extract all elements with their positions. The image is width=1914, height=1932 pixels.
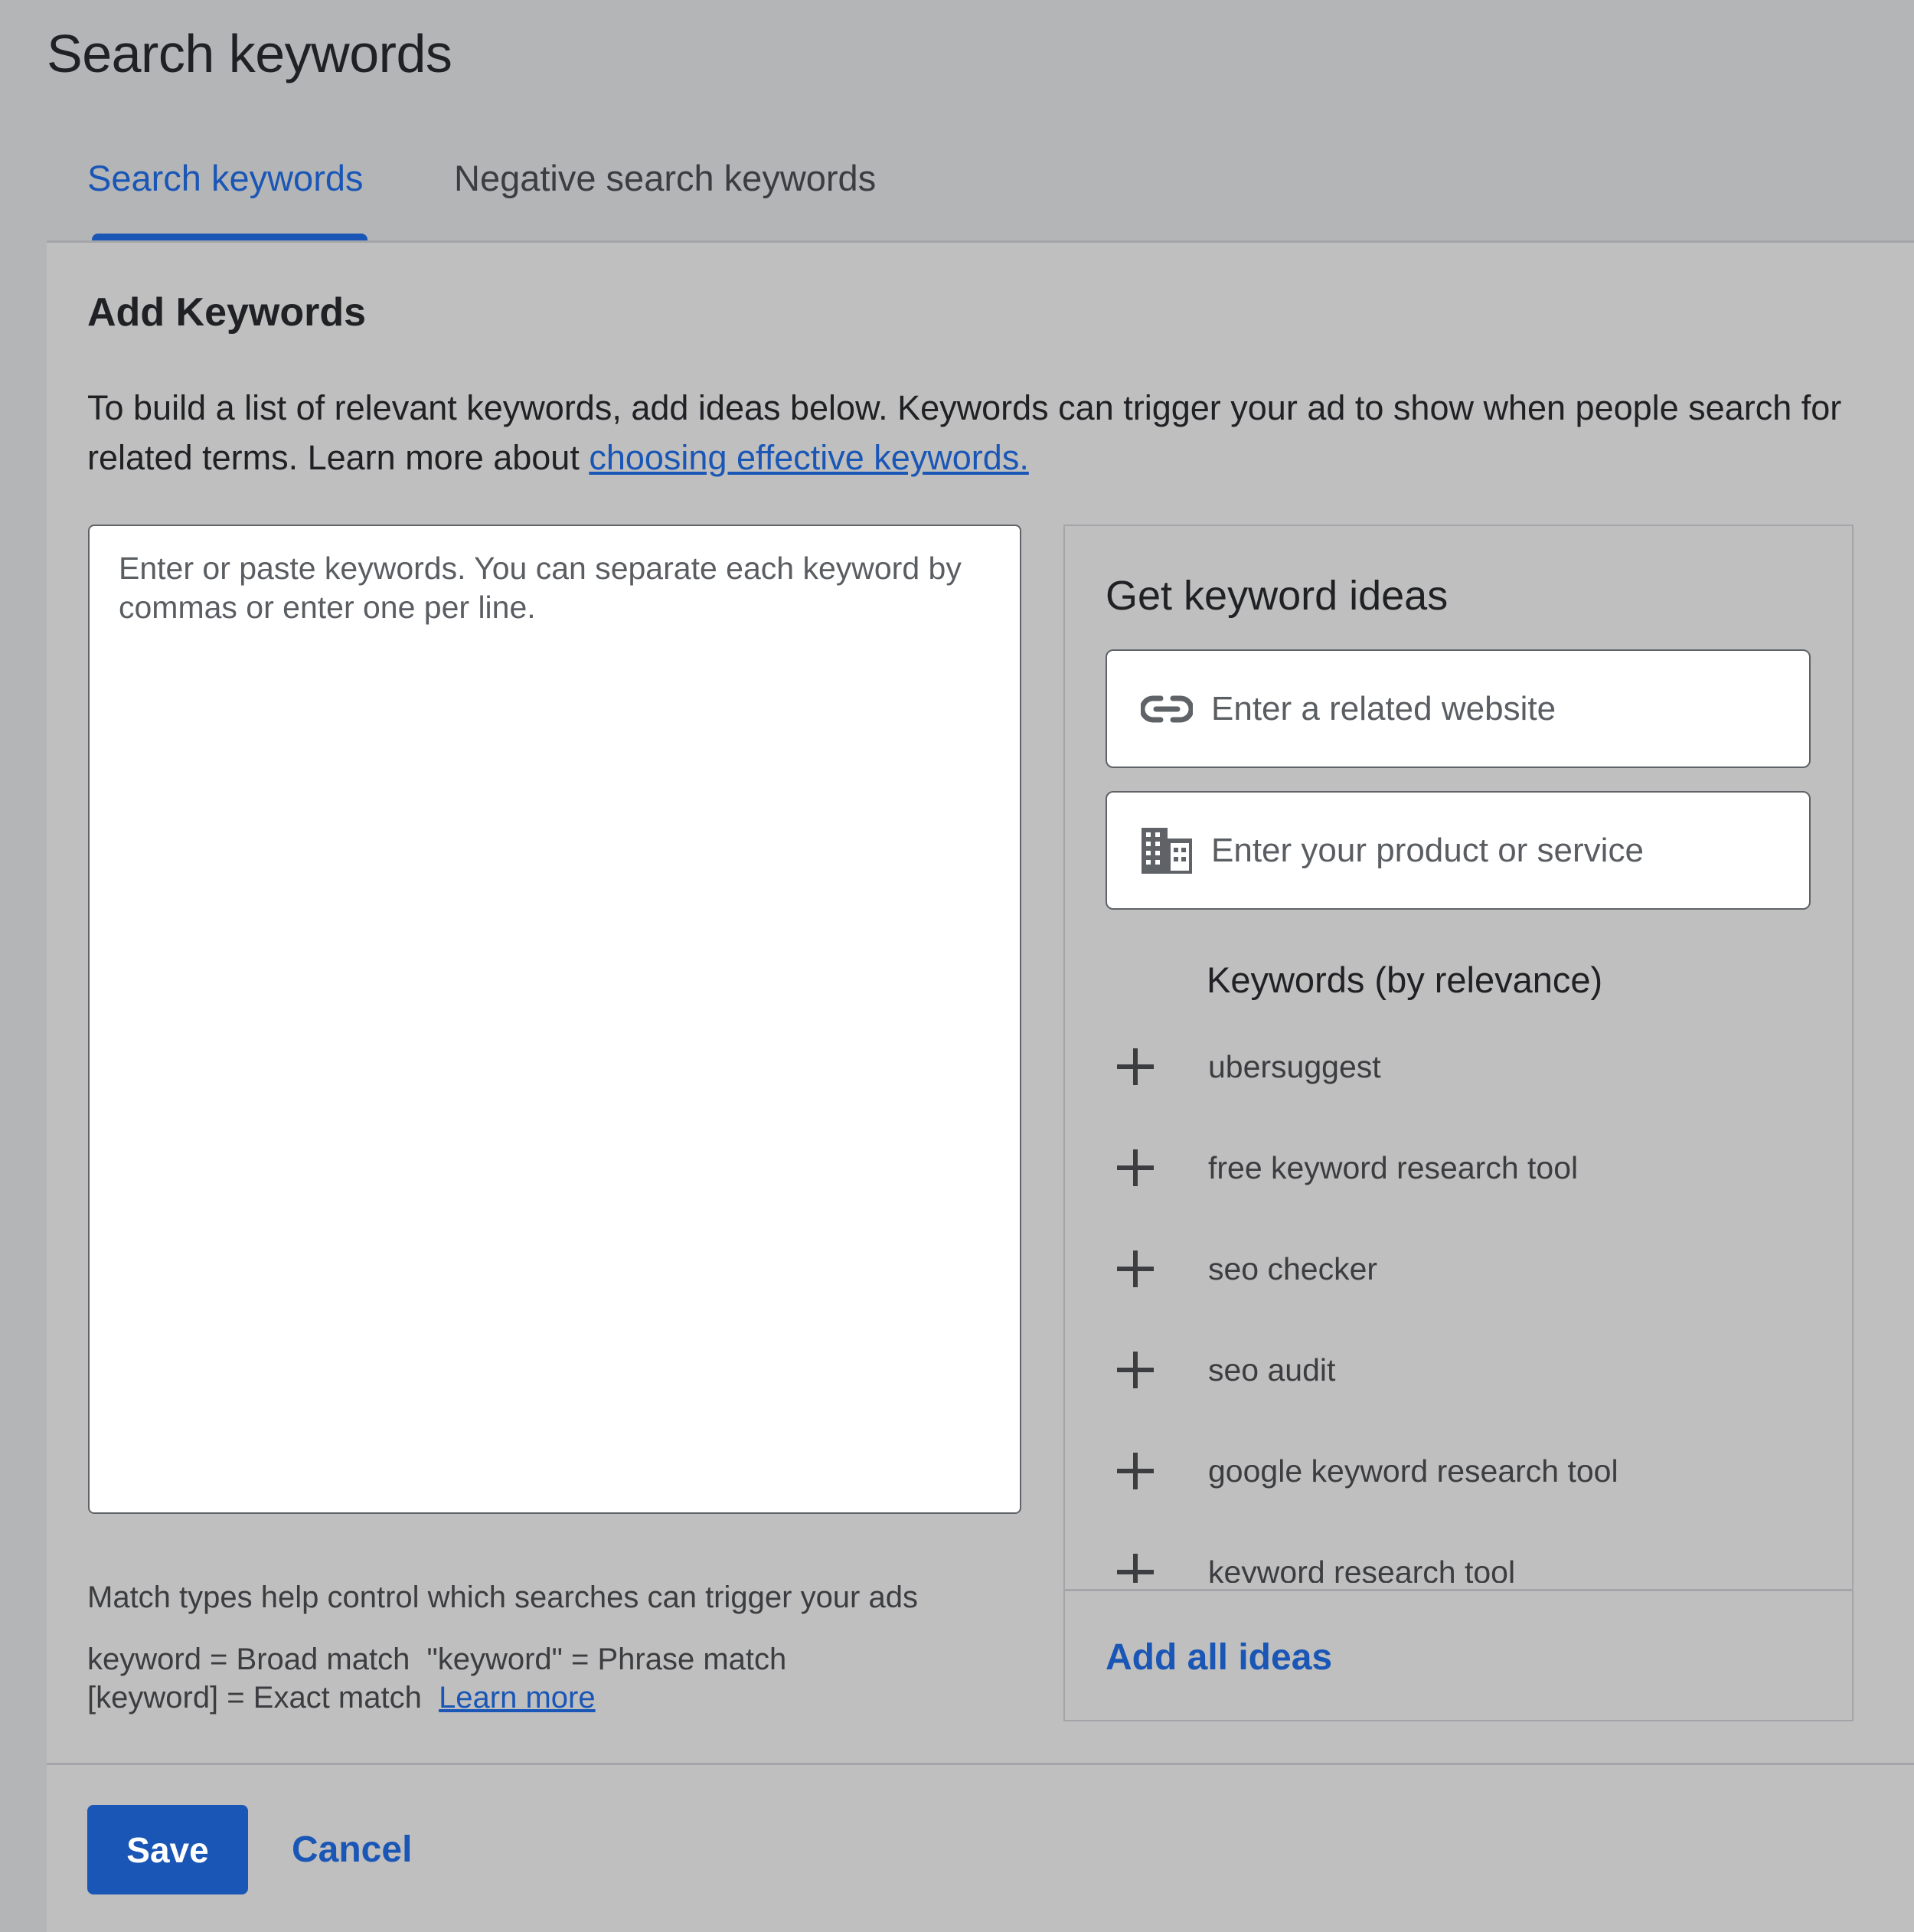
save-button[interactable]: Save [87, 1805, 248, 1894]
match-types-help: Match types help control which searches … [87, 1581, 918, 1614]
keyword-ideas-list: ubersuggest free keyword research tool s… [1065, 1016, 1852, 1583]
plus-icon[interactable] [1112, 1347, 1158, 1393]
keyword-ideas-title: Get keyword ideas [1106, 573, 1449, 619]
cancel-button[interactable]: Cancel [279, 1805, 424, 1894]
add-keywords-title: Add Keywords [87, 290, 367, 335]
product-service-field[interactable] [1106, 791, 1811, 910]
page-title: Search keywords [47, 24, 452, 83]
related-website-input[interactable] [1211, 689, 1808, 728]
add-all-ideas-button[interactable]: Add all ideas [1106, 1636, 1332, 1679]
building-icon [1141, 827, 1193, 874]
learn-more-link[interactable]: Learn more [439, 1681, 596, 1715]
keyword-idea-row[interactable]: keyword research tool [1065, 1522, 1852, 1583]
keyword-idea-row[interactable]: ubersuggest [1065, 1016, 1852, 1117]
keyword-idea-text: keyword research tool [1208, 1554, 1516, 1584]
match-types-exact: [keyword] = Exact match [87, 1681, 439, 1715]
keyword-idea-text: google keyword research tool [1208, 1453, 1618, 1489]
keyword-idea-row[interactable]: seo audit [1065, 1319, 1852, 1420]
keyword-idea-row[interactable]: seo checker [1065, 1218, 1852, 1319]
active-tab-indicator [92, 234, 367, 240]
match-types-broad-phrase: keyword = Broad match "keyword" = Phrase… [87, 1643, 787, 1676]
keyword-idea-row[interactable]: free keyword research tool [1065, 1117, 1852, 1218]
plus-icon[interactable] [1112, 1246, 1158, 1292]
link-icon [1141, 686, 1193, 732]
tab-negative-search-keywords[interactable]: Negative search keywords [454, 157, 876, 199]
match-types-exact-line: [keyword] = Exact match Learn more [87, 1681, 596, 1715]
tab-search-keywords[interactable]: Search keywords [87, 157, 364, 199]
footer-divider [47, 1763, 1914, 1765]
related-website-field[interactable] [1106, 649, 1811, 768]
keyword-idea-text: seo audit [1208, 1352, 1336, 1388]
plus-icon[interactable] [1112, 1448, 1158, 1494]
plus-icon[interactable] [1112, 1044, 1158, 1090]
keyword-idea-text: ubersuggest [1208, 1048, 1381, 1084]
product-service-input[interactable] [1211, 831, 1808, 870]
plus-icon[interactable] [1112, 1549, 1158, 1583]
plus-icon[interactable] [1112, 1145, 1158, 1191]
keyword-idea-row[interactable]: google keyword research tool [1065, 1420, 1852, 1522]
add-keywords-description: To build a list of relevant keywords, ad… [87, 383, 1863, 482]
keywords-list-header: Keywords (by relevance) [1207, 959, 1603, 1000]
choosing-effective-keywords-link[interactable]: choosing effective keywords. [589, 438, 1028, 477]
keywords-textarea[interactable] [88, 525, 1021, 1514]
keyword-ideas-panel: Get keyword ideas Enter a related websit… [1063, 525, 1854, 1721]
keyword-idea-text: seo checker [1208, 1250, 1378, 1286]
keyword-idea-text: free keyword research tool [1208, 1149, 1579, 1185]
ideas-footer-divider [1065, 1589, 1852, 1591]
